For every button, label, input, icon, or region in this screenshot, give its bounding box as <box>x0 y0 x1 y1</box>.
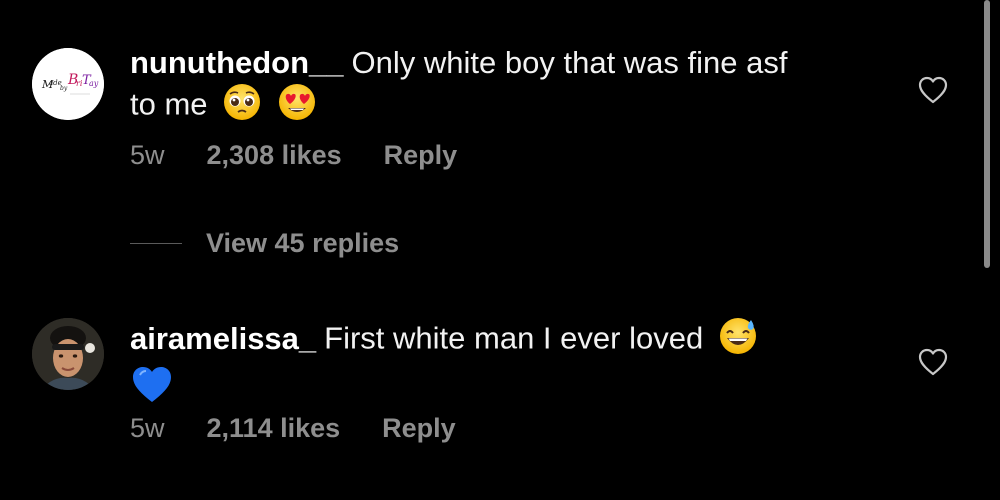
avatar[interactable] <box>32 318 104 390</box>
comment-body: nunuthedon__ Only white boy that was fine… <box>130 44 820 131</box>
comment-username[interactable]: airamelissa_ <box>130 321 316 356</box>
divider-line <box>130 243 182 244</box>
comment-username[interactable]: nunuthedon__ <box>130 45 344 80</box>
view-replies-button[interactable]: View 45 replies <box>130 228 399 259</box>
comment-meta: 5w 2,308 likes Reply <box>130 140 457 171</box>
avatar[interactable]: M ade by B ri T ay <box>32 48 104 120</box>
comment-text: First white man I ever loved <box>324 320 704 356</box>
scrollbar[interactable] <box>984 0 990 268</box>
svg-text:by: by <box>60 85 68 92</box>
svg-text:ay: ay <box>89 79 99 88</box>
grinning-sweat-emoji <box>718 316 758 365</box>
reply-button[interactable]: Reply <box>384 140 458 171</box>
comment-age: 5w <box>130 413 165 443</box>
brand-logo-avatar: M ade by B ri T ay <box>32 48 104 120</box>
comment-body: airamelissa_ First white man I ever loved <box>130 316 820 414</box>
likes-count[interactable]: 2,308 likes <box>207 140 342 171</box>
comment-meta: 5w 2,114 likes Reply <box>130 413 456 444</box>
view-replies-label: View 45 replies <box>206 228 400 258</box>
heart-icon[interactable] <box>918 76 948 104</box>
reply-button[interactable]: Reply <box>382 413 456 444</box>
pleading-face-emoji <box>222 82 262 131</box>
heart-icon[interactable] <box>918 348 948 376</box>
profile-photo <box>32 318 104 390</box>
comments-screen: M ade by B ri T ay nunuthedon__ Only whit… <box>0 0 1000 500</box>
blue-heart-emoji <box>130 365 174 414</box>
comment-age: 5w <box>130 140 165 170</box>
heart-eyes-emoji <box>277 82 317 131</box>
likes-count[interactable]: 2,114 likes <box>207 413 341 444</box>
